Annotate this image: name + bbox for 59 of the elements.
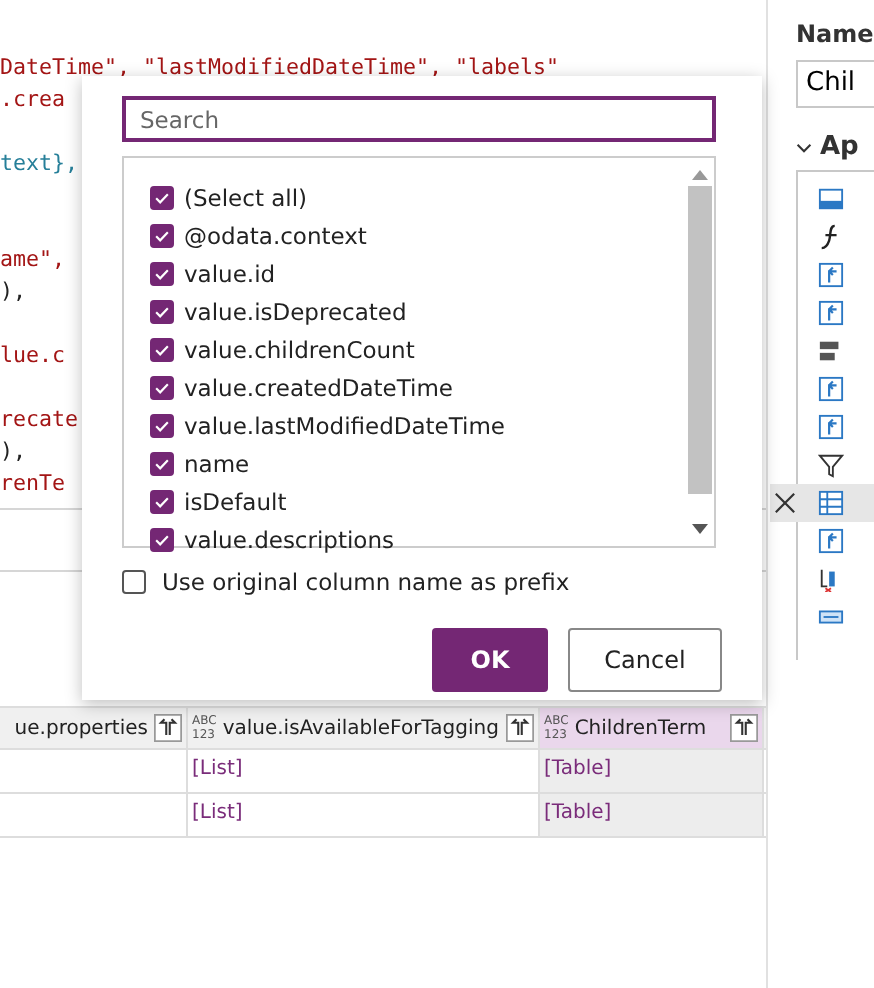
column-option[interactable]: value.lastModifiedDateTime bbox=[150, 406, 686, 444]
type-step-icon bbox=[818, 338, 844, 364]
checkbox[interactable] bbox=[150, 527, 174, 551]
column-option[interactable]: (Select all) bbox=[150, 178, 686, 216]
checkbox[interactable] bbox=[150, 337, 174, 361]
expand-step-icon bbox=[818, 490, 844, 516]
applied-step[interactable] bbox=[770, 484, 874, 522]
prefix-option[interactable]: Use original column name as prefix bbox=[122, 568, 742, 596]
rename-step-icon bbox=[818, 300, 844, 326]
code-line: recate bbox=[0, 406, 79, 432]
checkbox[interactable] bbox=[122, 570, 146, 594]
expand-icon[interactable] bbox=[154, 714, 182, 742]
table-cell[interactable]: [List] bbox=[192, 802, 243, 824]
chevron-icon[interactable] bbox=[796, 141, 812, 153]
filter-step-icon bbox=[818, 452, 844, 478]
rename-step-icon bbox=[818, 414, 844, 440]
column-option[interactable]: @odata.context bbox=[150, 216, 686, 254]
checkbox[interactable] bbox=[150, 185, 174, 209]
expand-icon[interactable] bbox=[506, 714, 534, 742]
table-cell[interactable]: [Table] bbox=[544, 758, 612, 780]
ok-button[interactable]: OK bbox=[432, 628, 548, 692]
checkbox[interactable] bbox=[150, 489, 174, 513]
checkbox[interactable] bbox=[150, 413, 174, 437]
delete-icon[interactable] bbox=[774, 492, 796, 514]
rename-step-icon bbox=[818, 262, 844, 288]
code-line: ), bbox=[0, 278, 27, 304]
search-field[interactable]: Search bbox=[122, 96, 716, 142]
code-line: ame", bbox=[0, 246, 66, 272]
cancel-button[interactable]: Cancel bbox=[568, 628, 722, 692]
column-option[interactable]: name bbox=[150, 444, 686, 482]
expand-icon[interactable] bbox=[730, 714, 758, 742]
code-line: ), bbox=[0, 438, 27, 464]
code-line: renTe bbox=[0, 470, 66, 496]
table-cell[interactable]: [Table] bbox=[544, 802, 612, 824]
column-option[interactable]: value.id bbox=[150, 254, 686, 292]
column-option[interactable]: isDefault bbox=[150, 482, 686, 520]
rename-step-icon bbox=[818, 376, 844, 402]
code-line: lue.c bbox=[0, 342, 66, 368]
source-step-icon bbox=[818, 186, 844, 212]
column-option[interactable]: value.childrenCount bbox=[150, 330, 686, 368]
name-label: Name bbox=[796, 20, 874, 48]
rename-step-icon bbox=[818, 528, 844, 554]
column-option[interactable]: value.createdDateTime bbox=[150, 368, 686, 406]
column-option[interactable]: value.isDeprecated bbox=[150, 292, 686, 330]
table-cell[interactable]: [List] bbox=[192, 758, 243, 780]
code-line: text}, bbox=[0, 150, 79, 176]
checkbox[interactable] bbox=[150, 375, 174, 399]
checkbox[interactable] bbox=[150, 261, 174, 285]
checkbox[interactable] bbox=[150, 299, 174, 323]
checkbox[interactable] bbox=[150, 451, 174, 475]
column-option[interactable]: value.descriptions bbox=[150, 520, 686, 558]
name-field[interactable]: Chil bbox=[796, 60, 874, 108]
section-title: Ap bbox=[820, 132, 859, 162]
scroll-down-icon[interactable] bbox=[692, 524, 708, 534]
code-line: DateTime", "lastModifiedDateTime", "labels" bbox=[0, 54, 560, 80]
column-header[interactable]: ue.properties bbox=[0, 708, 188, 748]
scroll-up-icon[interactable] bbox=[692, 170, 708, 180]
code-line: .crea bbox=[0, 86, 66, 112]
checkbox[interactable] bbox=[150, 223, 174, 247]
